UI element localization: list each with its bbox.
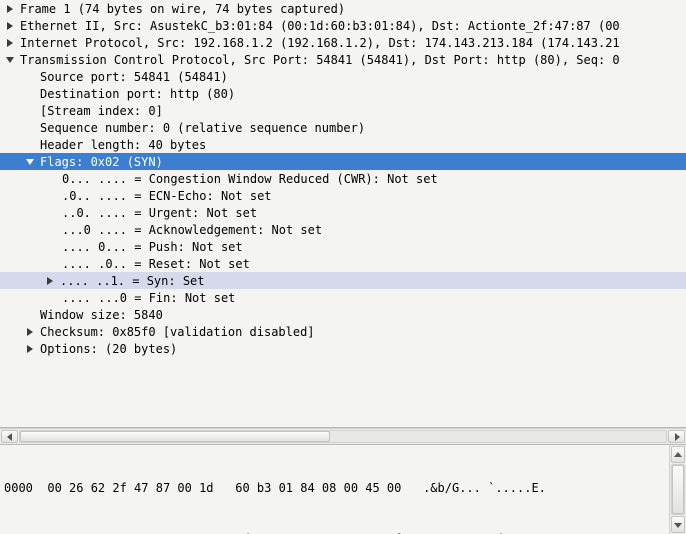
tree-row-push[interactable]: .... 0... = Push: Not set xyxy=(0,238,686,255)
frame-summary: Frame 1 (74 bytes on wire, 74 bytes capt… xyxy=(18,2,345,16)
ethernet-summary: Ethernet II, Src: AsustekC_b3:01:84 (00:… xyxy=(18,19,620,33)
tree-row-cwr[interactable]: 0... .... = Congestion Window Reduced (C… xyxy=(0,170,686,187)
tree-row-hdrlen[interactable]: Header length: 40 bytes xyxy=(0,136,686,153)
ip-summary: Internet Protocol, Src: 192.168.1.2 (192… xyxy=(18,36,620,50)
scroll-track-v[interactable] xyxy=(671,464,685,515)
srcport-label: Source port: 54841 (54841) xyxy=(38,70,228,84)
collapse-icon[interactable] xyxy=(22,157,38,167)
scroll-left-button[interactable] xyxy=(1,430,18,443)
expand-icon[interactable] xyxy=(42,276,58,286)
dstport-label: Destination port: http (80) xyxy=(38,87,235,101)
packet-bytes-pane: 0000 00 26 62 2f 47 87 00 1d 60 b3 01 84… xyxy=(0,445,686,534)
expand-icon[interactable] xyxy=(22,327,38,337)
tree-row-ip[interactable]: Internet Protocol, Src: 192.168.1.2 (192… xyxy=(0,34,686,51)
scroll-up-button[interactable] xyxy=(671,446,685,463)
hdrlen-label: Header length: 40 bytes xyxy=(38,138,206,152)
expand-icon[interactable] xyxy=(2,21,18,31)
stream-label: [Stream index: 0] xyxy=(38,104,163,118)
tree-row-urg[interactable]: ..0. .... = Urgent: Not set xyxy=(0,204,686,221)
tcp-summary: Transmission Control Protocol, Src Port:… xyxy=(18,53,620,67)
seqnum-label: Sequence number: 0 (relative sequence nu… xyxy=(38,121,365,135)
push-label: .... 0... = Push: Not set xyxy=(60,240,243,254)
blank-row xyxy=(0,357,686,374)
expand-icon[interactable] xyxy=(2,38,18,48)
tree-row-stream[interactable]: [Stream index: 0] xyxy=(0,102,686,119)
tree-row-reset[interactable]: .... .0.. = Reset: Not set xyxy=(0,255,686,272)
scroll-track[interactable] xyxy=(19,430,667,443)
packet-details-pane: Frame 1 (74 bytes on wire, 74 bytes capt… xyxy=(0,0,686,428)
hex-dump[interactable]: 0000 00 26 62 2f 47 87 00 1d 60 b3 01 84… xyxy=(0,445,669,534)
scroll-thumb-v[interactable] xyxy=(672,465,684,514)
fin-label: .... ...0 = Fin: Not set xyxy=(60,291,235,305)
cwr-label: 0... .... = Congestion Window Reduced (C… xyxy=(60,172,438,186)
checksum-label: Checksum: 0x85f0 [validation disabled] xyxy=(38,325,315,339)
scroll-thumb[interactable] xyxy=(20,431,330,442)
urg-label: ..0. .... = Urgent: Not set xyxy=(60,206,257,220)
vertical-scrollbar[interactable] xyxy=(669,445,686,534)
ack-label: ...0 .... = Acknowledgement: Not set xyxy=(60,223,322,237)
expand-icon[interactable] xyxy=(22,344,38,354)
syn-label: .... ..1. = Syn: Set xyxy=(58,274,205,288)
reset-label: .... .0.. = Reset: Not set xyxy=(60,257,250,271)
tree-row-checksum[interactable]: Checksum: 0x85f0 [validation disabled] xyxy=(0,323,686,340)
tree-row-winsize[interactable]: Window size: 5840 xyxy=(0,306,686,323)
tree-row-flags[interactable]: Flags: 0x02 (SYN) xyxy=(0,153,686,170)
tree-row-srcport[interactable]: Source port: 54841 (54841) xyxy=(0,68,686,85)
scroll-right-button[interactable] xyxy=(668,430,685,443)
tree-row-fin[interactable]: .... ...0 = Fin: Not set xyxy=(0,289,686,306)
hex-row: 0000 00 26 62 2f 47 87 00 1d 60 b3 01 84… xyxy=(4,480,665,497)
collapse-icon[interactable] xyxy=(2,55,18,65)
tree-row-frame[interactable]: Frame 1 (74 bytes on wire, 74 bytes capt… xyxy=(0,0,686,17)
scroll-down-button[interactable] xyxy=(671,516,685,533)
expand-icon[interactable] xyxy=(2,4,18,14)
flags-label: Flags: 0x02 (SYN) xyxy=(38,155,163,169)
tree-row-ack[interactable]: ...0 .... = Acknowledgement: Not set xyxy=(0,221,686,238)
tree-row-syn[interactable]: .... ..1. = Syn: Set xyxy=(0,272,686,289)
tree-row-options[interactable]: Options: (20 bytes) xyxy=(0,340,686,357)
tree-row-dstport[interactable]: Destination port: http (80) xyxy=(0,85,686,102)
options-label: Options: (20 bytes) xyxy=(38,342,177,356)
tree-row-ecn[interactable]: .0.. .... = ECN-Echo: Not set xyxy=(0,187,686,204)
tree-row-seqnum[interactable]: Sequence number: 0 (relative sequence nu… xyxy=(0,119,686,136)
ecn-label: .0.. .... = ECN-Echo: Not set xyxy=(60,189,272,203)
horizontal-scrollbar[interactable] xyxy=(0,428,686,445)
tree-row-tcp[interactable]: Transmission Control Protocol, Src Port:… xyxy=(0,51,686,68)
tree-row-ethernet[interactable]: Ethernet II, Src: AsustekC_b3:01:84 (00:… xyxy=(0,17,686,34)
winsize-label: Window size: 5840 xyxy=(38,308,163,322)
